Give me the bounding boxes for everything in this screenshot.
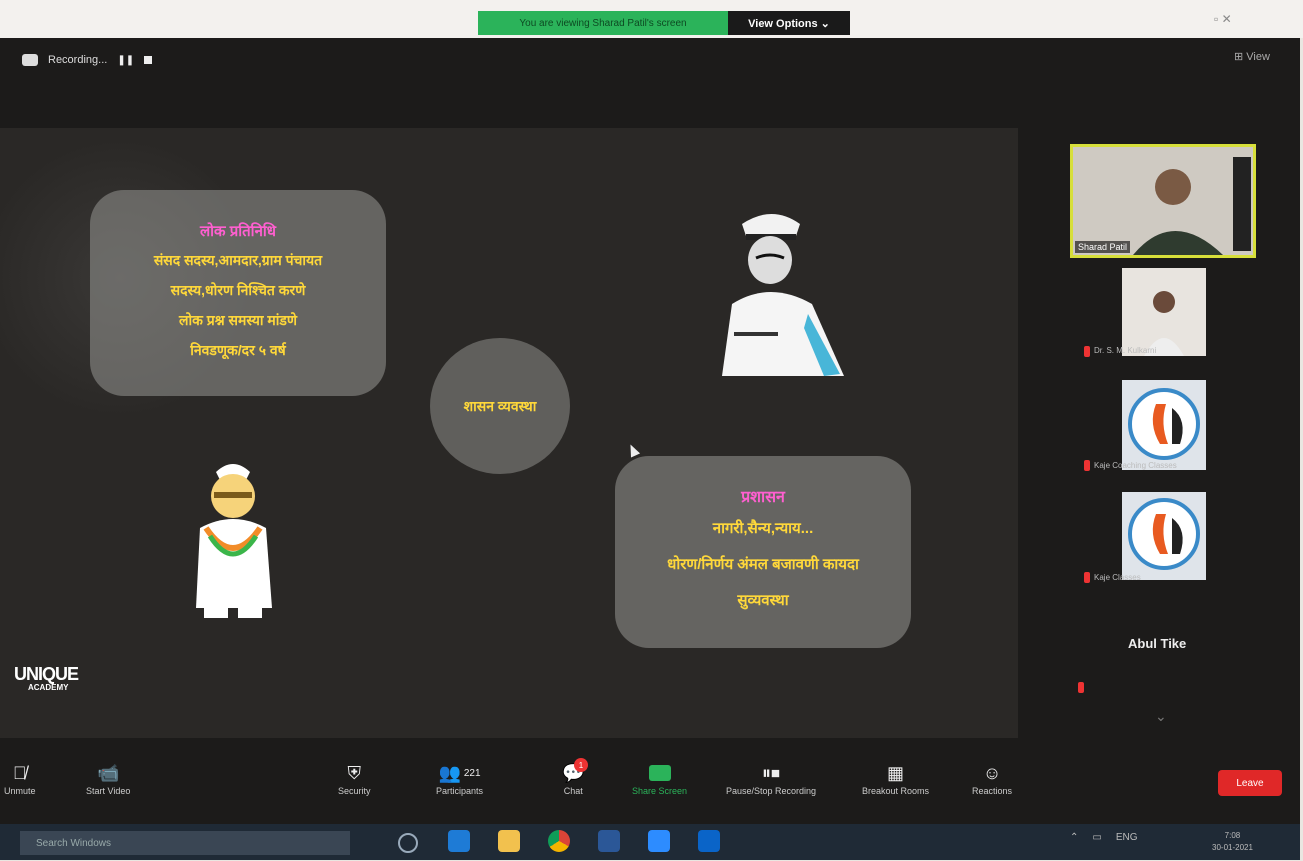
cloud-record-icon [22, 54, 38, 66]
share-screen-label: Share Screen [632, 786, 688, 796]
bubble1-line: सदस्य,धोरण निश्चित करणे [170, 282, 306, 298]
muted-mic-icon [1078, 682, 1084, 693]
taskbar-search[interactable]: Search Windows [20, 831, 350, 855]
unmute-button[interactable]: 🎙̸ Unmute [4, 760, 36, 797]
security-button[interactable]: ⛨ Security [338, 760, 371, 797]
network-icon[interactable]: ▭ [1092, 832, 1101, 843]
outlook-icon[interactable] [698, 830, 720, 852]
administration-bubble: प्रशासन नागरी,सैन्य,न्याय... धोरण/निर्णय… [615, 456, 911, 648]
reactions-button[interactable]: ☺ Reactions [972, 760, 1013, 797]
speaker-video [1073, 147, 1253, 255]
chat-label: Chat [563, 786, 583, 796]
governance-circle: शासन व्यवस्था [430, 338, 570, 474]
mouse-cursor-icon [625, 442, 641, 458]
meeting-toolbar: 🎙̸ Unmute 📹 Start Video ⛨ Security 👥 221 … [0, 758, 1300, 820]
start-video-button[interactable]: 📹 Start Video [86, 760, 131, 797]
shield-icon: ⛨ [347, 762, 362, 783]
sharing-message: You are viewing Sharad Patil's screen [478, 11, 728, 35]
reactions-label: Reactions [972, 786, 1013, 796]
task-view-icon[interactable] [398, 833, 418, 853]
shared-slide: लोक प्रतिनिधि संसद सदस्य,आमदार,ग्राम पंच… [0, 128, 1018, 738]
security-label: Security [338, 786, 371, 796]
bubble2-line: सुव्यवस्था [737, 592, 789, 609]
bubble1-line: लोक प्रश्न समस्या मांडणे [178, 312, 298, 328]
participant-video [1144, 291, 1184, 356]
pause-recording-button[interactable]: ⏸⏹ Pause/Stop Recording [726, 760, 817, 797]
participants-button[interactable]: 👥 221 Participants [436, 760, 484, 797]
chevron-down-icon[interactable]: ⌄ [1155, 708, 1167, 725]
people-icon: 👥 221 [438, 762, 481, 783]
participant-name: Kaje Coaching Classes [1094, 461, 1177, 470]
participant-tile[interactable] [1122, 492, 1206, 580]
chat-button[interactable]: 💬 1 Chat [562, 758, 588, 796]
participants-label: Participants [436, 786, 484, 796]
breakout-rooms-button[interactable]: ▦ Breakout Rooms [862, 760, 930, 797]
participants-count: 221 [463, 767, 481, 779]
chat-icon: 💬 1 [562, 758, 588, 786]
participant-name-only: Abul Tike [1128, 636, 1187, 651]
participant-tile[interactable] [1122, 268, 1206, 356]
clock-time: 7:08 [1224, 831, 1241, 840]
view-options-button[interactable]: View Options ⌄ [728, 11, 850, 35]
windows-taskbar: Search Windows ⌃ ▭ ENG 7:08 30-01-2021 [0, 824, 1300, 860]
bubble1-title: लोक प्रतिनिधि [199, 223, 277, 240]
mic-off-icon: 🎙̸ [13, 762, 27, 783]
unmute-label: Unmute [4, 786, 36, 796]
leave-button[interactable]: Leave [1218, 770, 1282, 796]
police-officer-illustration [722, 214, 844, 376]
bubble1-line: संसद सदस्य,आमदार,ग्राम पंचायत [153, 252, 323, 268]
pause-recording-label: Pause/Stop Recording [726, 786, 817, 796]
smiley-icon: ☺ [982, 762, 1002, 783]
active-speaker-name: Sharad Patil [1075, 241, 1131, 253]
muted-mic-icon [1084, 460, 1090, 471]
recording-label: Recording... [48, 54, 108, 66]
participant-logo-image [1128, 498, 1200, 570]
participant-name: Dr. S. M. Kulkarni [1094, 346, 1157, 355]
breakout-label: Breakout Rooms [862, 786, 930, 796]
chat-badge: 1 [574, 758, 588, 772]
bubble1-line: निवडणूक/दर ५ वर्ष [190, 342, 286, 358]
muted-mic-icon [1084, 346, 1090, 357]
stop-icon[interactable] [144, 56, 153, 64]
active-speaker-tile[interactable]: Sharad Patil [1070, 144, 1256, 258]
participant-video-panel: Sharad Patil Dr. S. M. Kulkarni Kaje Coa… [1060, 128, 1270, 738]
participant-name: Kaje Classes [1094, 573, 1141, 582]
unique-academy-logo: UNIQUE ACADEMY [14, 664, 79, 692]
edge-icon[interactable] [448, 830, 470, 852]
file-explorer-icon[interactable] [498, 830, 520, 852]
muted-mic-icon [1084, 572, 1090, 583]
grid-icon: ▦ [887, 762, 905, 783]
pause-icon[interactable]: ❚❚ [117, 55, 134, 66]
system-tray: ⌃ ▭ ENG [1070, 832, 1138, 843]
pause-stop-icon: ⏸⏹ [762, 762, 781, 783]
share-screen-button[interactable]: Share Screen [632, 760, 687, 796]
keyboard-language[interactable]: ENG [1116, 832, 1138, 843]
clock-date: 30-01-2021 [1212, 843, 1253, 852]
logo-text: UNIQUE [14, 664, 79, 684]
participant-tile[interactable] [1122, 380, 1206, 470]
bubble2-title: प्रशासन [741, 489, 785, 506]
chevron-up-icon[interactable]: ⌃ [1070, 832, 1078, 843]
recording-bar: Recording... ❚❚ [0, 48, 153, 72]
screen-share-banner: You are viewing Sharad Patil's screen Vi… [478, 11, 850, 35]
bubble2-line: धोरण/निर्णय अंमल बजावणी कायदा [667, 556, 859, 573]
logo-subtext: ACADEMY [28, 683, 69, 692]
chrome-icon[interactable] [548, 830, 570, 852]
zoom-icon[interactable] [648, 830, 670, 852]
taskbar-clock[interactable]: 7:08 30-01-2021 [1212, 830, 1253, 854]
politician-illustration [196, 464, 272, 618]
gallery-view-icon[interactable]: ⊞ View [1234, 50, 1270, 63]
video-off-icon: 📹 [96, 762, 120, 783]
start-video-label: Start Video [86, 786, 131, 796]
bubble2-line: नागरी,सैन्य,न्याय... [712, 520, 814, 537]
window-controls-icon[interactable]: ▫ ✕ [1214, 12, 1232, 26]
representatives-bubble: लोक प्रतिनिधि संसद सदस्य,आमदार,ग्राम पंच… [90, 190, 386, 396]
participant-logo-image [1128, 388, 1200, 460]
share-screen-icon [648, 760, 671, 786]
word-icon[interactable] [598, 830, 620, 852]
